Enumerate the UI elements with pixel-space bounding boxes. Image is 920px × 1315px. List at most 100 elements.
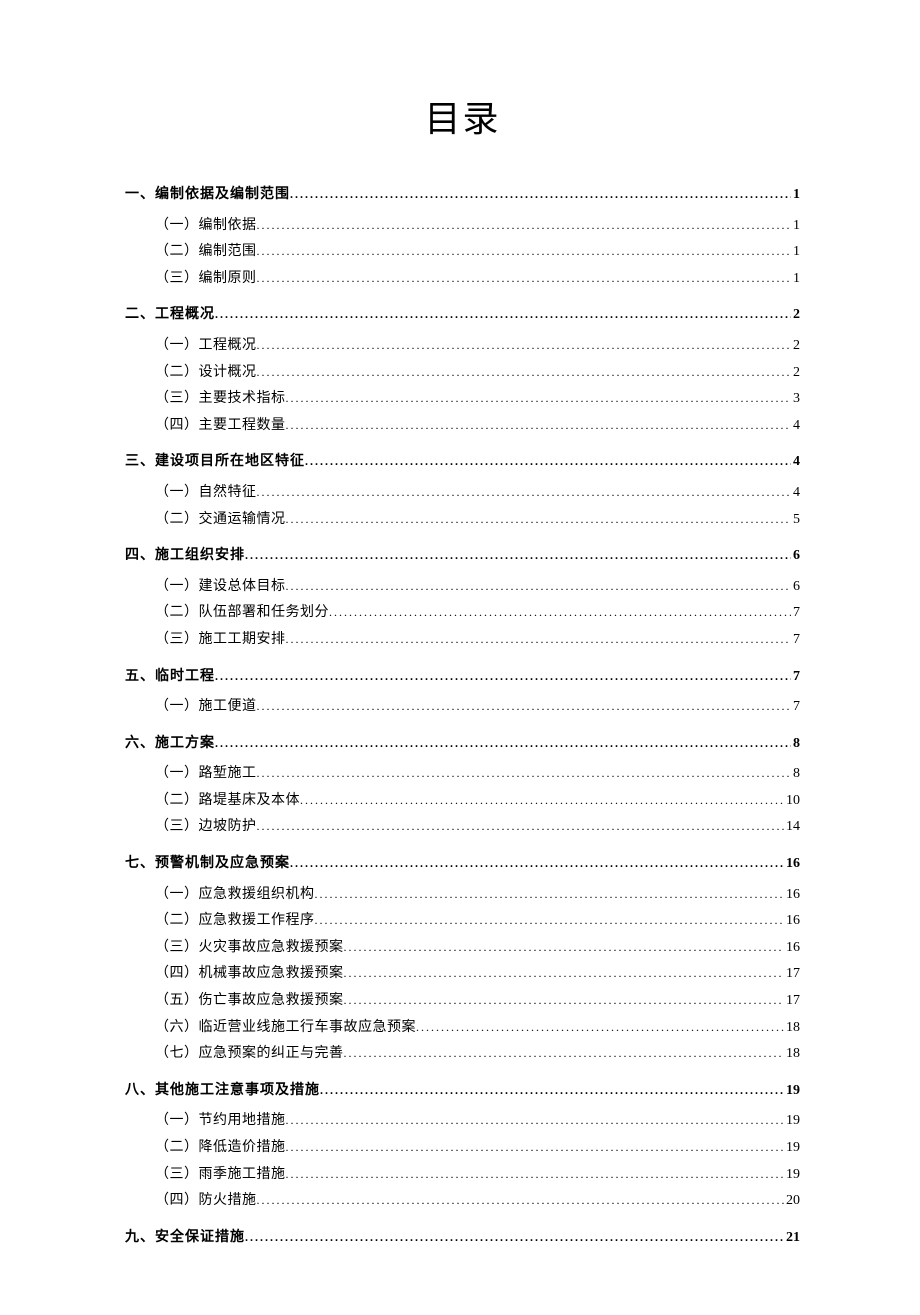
toc-page-number: 4 xyxy=(791,449,800,476)
toc-leader-dots xyxy=(315,883,785,906)
toc-entry-label: （三）火灾事故应急救援预案 xyxy=(155,935,344,962)
toc-leader-dots xyxy=(286,1163,785,1186)
toc-page-number: 16 xyxy=(784,882,800,909)
toc-heading-2: （七）应急预案的纠正与完善18 xyxy=(125,1041,800,1068)
toc-page-number: 7 xyxy=(791,627,800,654)
toc-leader-dots xyxy=(215,303,791,326)
toc-entry-label: （一）应急救援组织机构 xyxy=(155,882,315,909)
toc-page-number: 17 xyxy=(784,988,800,1015)
toc-heading-2: （四）防火措施20 xyxy=(125,1188,800,1215)
toc-entry-label: （一）自然特征 xyxy=(155,480,257,507)
toc-entry-label: （一）建设总体目标 xyxy=(155,574,286,601)
toc-leader-dots xyxy=(344,962,785,985)
toc-page-number: 1 xyxy=(791,213,800,240)
toc-page-number: 19 xyxy=(784,1108,800,1135)
toc-leader-dots xyxy=(286,414,792,437)
toc-heading-2: （一）编制依据 1 xyxy=(125,213,800,240)
toc-leader-dots xyxy=(286,575,792,598)
toc-page-number: 4 xyxy=(791,413,800,440)
toc-page-number: 2 xyxy=(791,302,800,329)
toc-page-number: 16 xyxy=(784,908,800,935)
toc-leader-dots xyxy=(300,789,784,812)
toc-heading-2: （六）临近营业线施工行车事故应急预案 18 xyxy=(125,1015,800,1042)
toc-heading-1: 五、临时工程 7 xyxy=(125,664,800,691)
toc-entry-label: 二、工程概况 xyxy=(125,302,215,329)
toc-heading-2: （一）施工便道7 xyxy=(125,694,800,721)
toc-leader-dots xyxy=(257,481,792,504)
toc-leader-dots xyxy=(286,1136,785,1159)
toc-page-number: 1 xyxy=(791,182,800,209)
toc-entry-label: 七、预警机制及应急预案 xyxy=(125,851,290,878)
page-title: 目录 xyxy=(125,90,800,142)
toc-leader-dots xyxy=(286,508,792,531)
toc-heading-1: 四、施工组织安排6 xyxy=(125,543,800,570)
toc-entry-label: （七）应急预案的纠正与完善 xyxy=(155,1041,344,1068)
toc-entry-label: 九、安全保证措施 xyxy=(125,1225,245,1252)
toc-heading-1: 六、施工方案8 xyxy=(125,731,800,758)
toc-heading-2: （四）机械事故应急救援预案17 xyxy=(125,961,800,988)
toc-entry-label: （三）雨季施工措施 xyxy=(155,1162,286,1189)
toc-heading-1: 三、建设项目所在地区特征4 xyxy=(125,449,800,476)
toc-leader-dots xyxy=(257,1189,785,1212)
toc-leader-dots xyxy=(257,762,792,785)
toc-leader-dots xyxy=(344,989,785,1012)
toc-page-number: 7 xyxy=(791,694,800,721)
toc-entry-label: （一）路堑施工 xyxy=(155,761,257,788)
toc-page-number: 18 xyxy=(784,1015,800,1042)
toc-page-number: 6 xyxy=(791,543,800,570)
toc-heading-2: （一）应急救援组织机构 16 xyxy=(125,882,800,909)
toc-page-number: 1 xyxy=(791,266,800,293)
toc-leader-dots xyxy=(245,1226,784,1249)
toc-leader-dots xyxy=(290,183,791,206)
toc-leader-dots xyxy=(257,334,792,357)
toc-page-number: 17 xyxy=(784,961,800,988)
toc-heading-2: （二）交通运输情况 5 xyxy=(125,507,800,534)
toc-leader-dots xyxy=(286,628,792,651)
toc-heading-2: （三）主要技术指标3 xyxy=(125,386,800,413)
toc-heading-2: （二）队伍部署和任务划分7 xyxy=(125,600,800,627)
toc-page-number: 3 xyxy=(791,386,800,413)
toc-leader-dots xyxy=(257,695,792,718)
toc-entry-label: （二）编制范围 xyxy=(155,239,257,266)
toc-leader-dots xyxy=(329,601,791,624)
toc-page-number: 19 xyxy=(784,1135,800,1162)
toc-heading-2: （一）节约用地措施 19 xyxy=(125,1108,800,1135)
toc-heading-2: （一）建设总体目标6 xyxy=(125,574,800,601)
toc-page-number: 10 xyxy=(784,788,800,815)
toc-entry-label: （二）设计概况 xyxy=(155,360,257,387)
toc-heading-2: （一）路堑施工8 xyxy=(125,761,800,788)
toc-entry-label: （二）队伍部署和任务划分 xyxy=(155,600,329,627)
toc-heading-1: 九、安全保证措施21 xyxy=(125,1225,800,1252)
toc-heading-2: （四）主要工程数量4 xyxy=(125,413,800,440)
toc-heading-1: 二、工程概况 2 xyxy=(125,302,800,329)
toc-entry-label: 八、其他施工注意事项及措施 xyxy=(125,1078,320,1105)
toc-heading-2: （一）工程概况2 xyxy=(125,333,800,360)
toc-leader-dots xyxy=(215,665,791,688)
toc-page-number: 1 xyxy=(791,239,800,266)
toc-entry-label: （一）节约用地措施 xyxy=(155,1108,286,1135)
toc-page-number: 19 xyxy=(784,1162,800,1189)
toc-entry-label: （三）施工工期安排 xyxy=(155,627,286,654)
toc-entry-label: 五、临时工程 xyxy=(125,664,215,691)
toc-heading-2: （二）路堤基床及本体10 xyxy=(125,788,800,815)
toc-leader-dots xyxy=(315,909,785,932)
toc-page-number: 2 xyxy=(791,333,800,360)
toc-leader-dots xyxy=(320,1079,784,1102)
toc-leader-dots xyxy=(257,214,792,237)
toc-entry-label: （六）临近营业线施工行车事故应急预案 xyxy=(155,1015,416,1042)
toc-leader-dots xyxy=(305,450,791,473)
toc-heading-2: （二）应急救援工作程序16 xyxy=(125,908,800,935)
toc-entry-label: 一、编制依据及编制范围 xyxy=(125,182,290,209)
toc-heading-2: （三）编制原则1 xyxy=(125,266,800,293)
toc-entry-label: （三）边坡防护 xyxy=(155,814,257,841)
toc-leader-dots xyxy=(257,267,792,290)
toc-page-number: 19 xyxy=(784,1078,800,1105)
toc-entry-label: （二）交通运输情况 xyxy=(155,507,286,534)
toc-page-number: 5 xyxy=(791,507,800,534)
toc-heading-2: （三）雨季施工措施 19 xyxy=(125,1162,800,1189)
toc-page-number: 7 xyxy=(791,664,800,691)
toc-leader-dots xyxy=(344,1042,785,1065)
toc-entry-label: （一）编制依据 xyxy=(155,213,257,240)
toc-page-number: 4 xyxy=(791,480,800,507)
toc-leader-dots xyxy=(257,815,785,838)
